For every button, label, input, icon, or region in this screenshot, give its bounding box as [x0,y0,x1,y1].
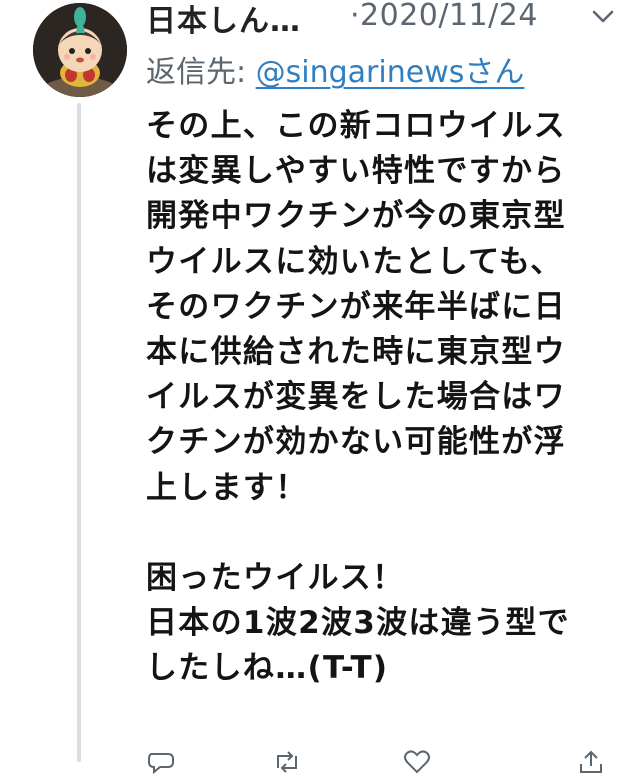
tweet-actions [146,750,606,774]
thread-connector-line [77,103,81,762]
tweet-text: その上、この新コロウイルス は変異しやすい特性ですから 開発中ワクチンが今の東京… [146,104,618,691]
like-button[interactable] [402,750,432,774]
tweet-text-line: 本に供給された時に東京型ウ [146,333,566,370]
reply-context: 返信先: @singarinewsさん [146,47,524,91]
tweet-timestamp[interactable]: ·2020/11/24 [350,0,538,33]
heart-icon [404,750,430,774]
tweet-text-line: その上、この新コロウイルス [146,108,566,144]
tweet-header: 日本しん… ·2020/11/24 [146,0,616,40]
retweet-icon [277,751,297,773]
tweet-text-line: 上します！ [146,469,308,506]
reply-handle-link[interactable]: @singarinewsさん [256,55,525,90]
reply-prefix: 返信先: [146,55,256,90]
share-button[interactable] [576,750,606,774]
reply-button[interactable] [146,750,176,774]
author-display-name[interactable]: 日本しん… [146,0,301,40]
tweet-text-line: したしね…(T-T) [146,650,389,687]
tweet-text-line: クチンが効かない可能性が浮 [146,424,566,461]
tweet-text-line: そのワクチンが来年半ばに日 [146,288,566,325]
share-icon [580,750,602,773]
tweet-text-line: 困ったウイルス！ [146,559,405,596]
tweet-text-line: は変異しやすい特性ですから [146,153,566,190]
chevron-down-icon[interactable] [590,6,616,28]
tweet-text-line: 開発中ワクチンが今の東京型 [146,198,566,235]
tweet-text-line: ウイルスに効いたとしても、 [146,243,563,280]
avatar[interactable] [33,3,127,97]
retweet-button[interactable] [272,750,302,774]
tweet-text-line: イルスが変異をした場合はワ [146,379,566,416]
tweet-text-line: 日本の1波2波3波は違う型で [146,605,570,642]
reply-icon [148,753,174,774]
avatar-figure-icon [33,3,127,97]
